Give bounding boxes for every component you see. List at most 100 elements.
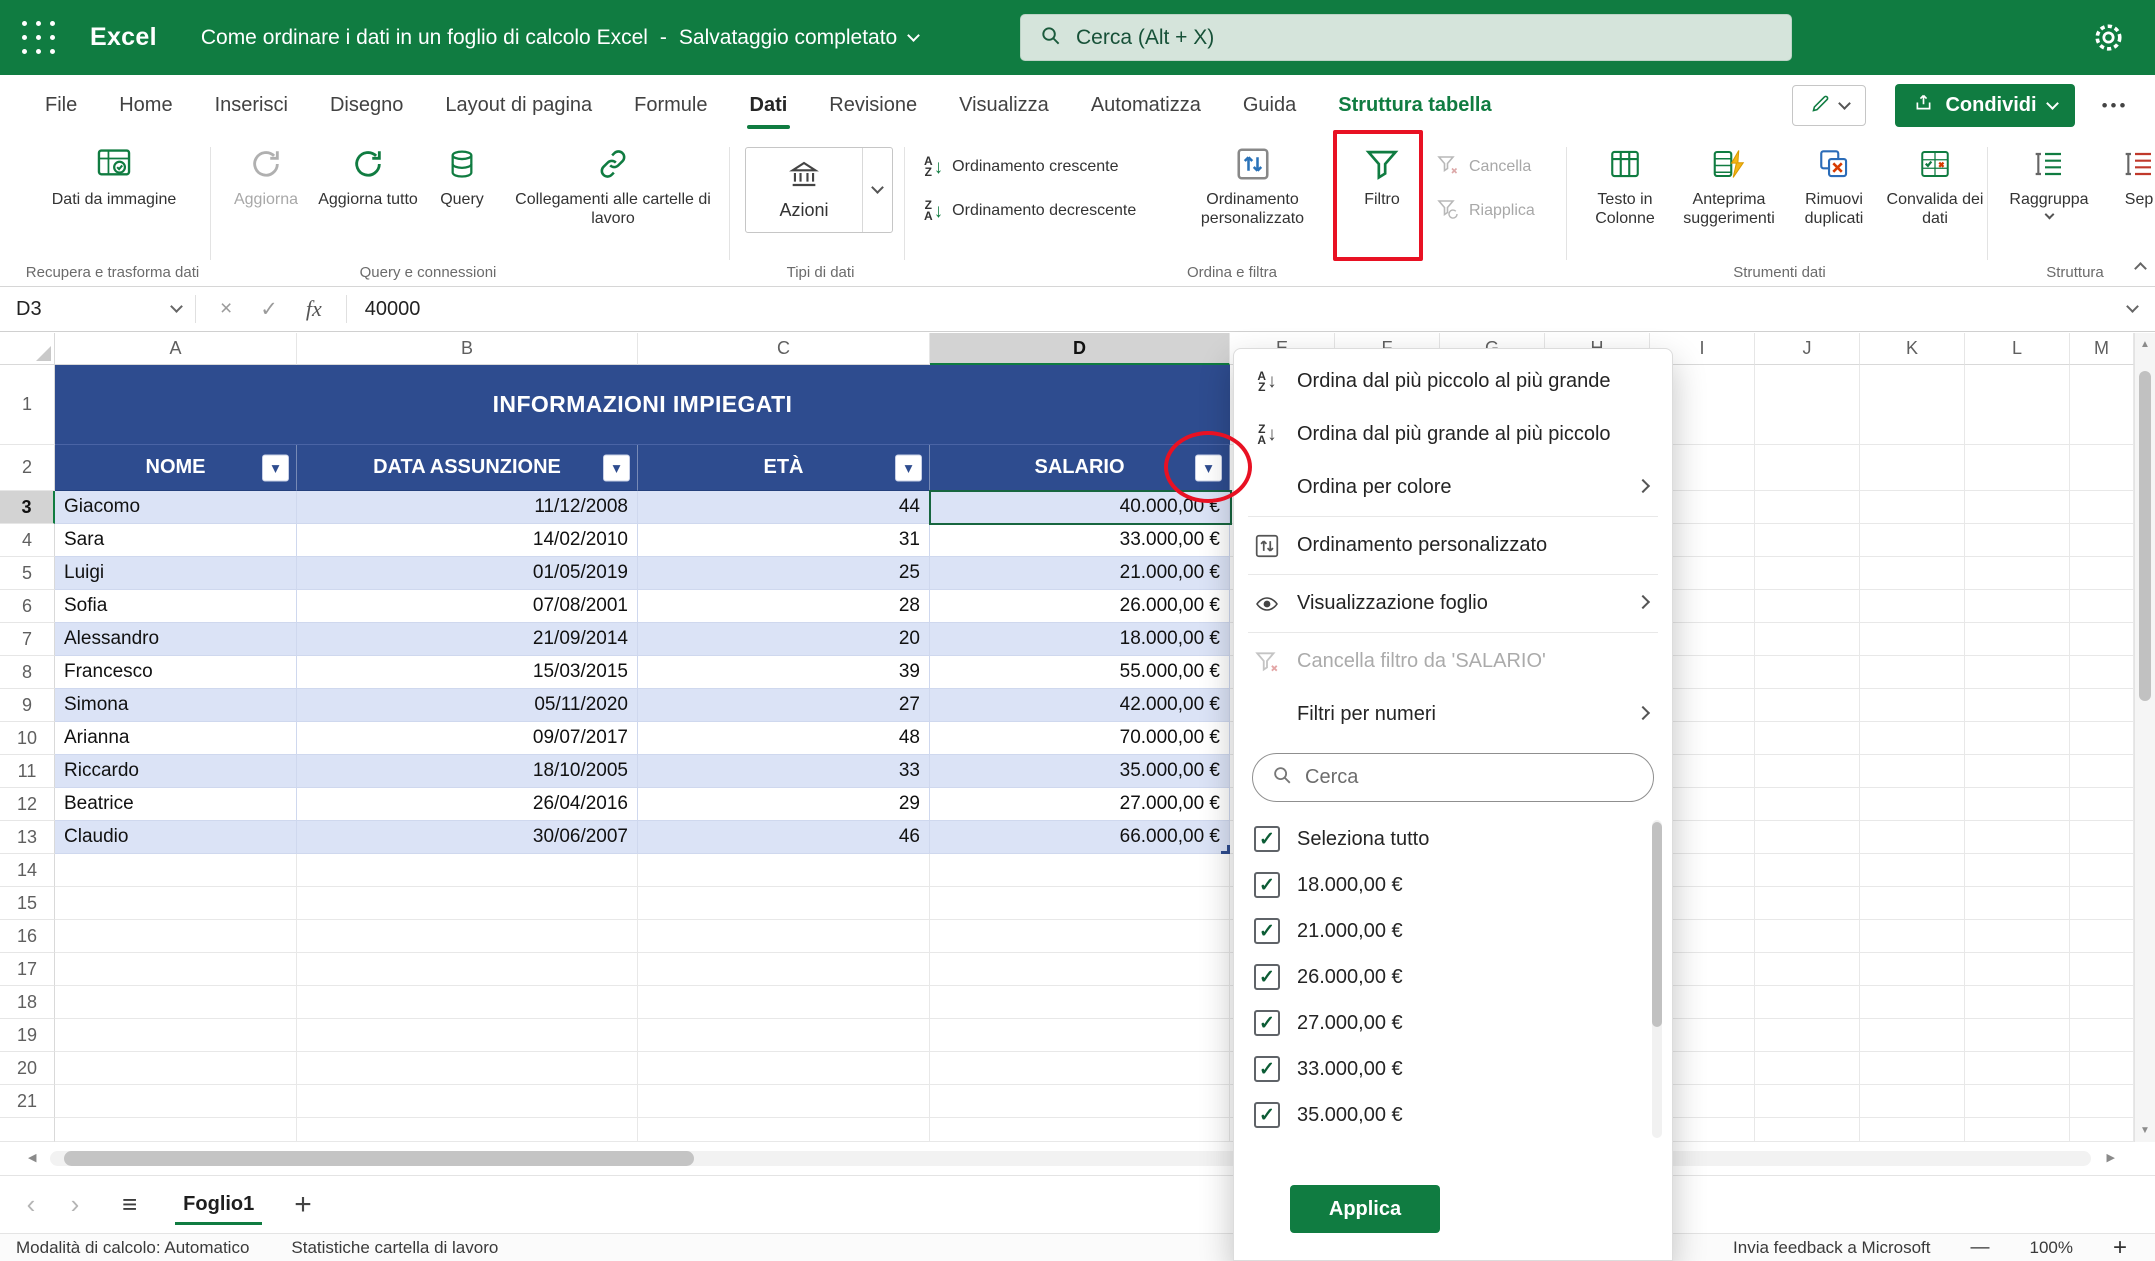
checkbox-checked-icon[interactable]: ✓	[1254, 918, 1280, 944]
cell-K[interactable]	[1860, 986, 1965, 1019]
zoom-in-button[interactable]: +	[2113, 1234, 2127, 1261]
menu-item-custom-sort[interactable]: Ordinamento personalizzato	[1234, 519, 1672, 572]
cell-C8[interactable]: 39	[638, 656, 930, 689]
cell-L[interactable]	[1965, 557, 2070, 590]
more-options-button[interactable]: •••	[2093, 91, 2137, 121]
cell-K[interactable]	[1860, 854, 1965, 887]
collapse-ribbon-icon[interactable]	[2134, 260, 2147, 278]
cell-L[interactable]	[1965, 491, 2070, 524]
column-header-B[interactable]: B	[297, 333, 638, 365]
cell-M[interactable]	[2070, 491, 2134, 524]
cell-C[interactable]	[638, 887, 930, 920]
testo-in-colonne-button[interactable]: Testo in Colonne	[1576, 143, 1674, 229]
cell-C10[interactable]: 48	[638, 722, 930, 755]
cell-A[interactable]	[55, 953, 297, 986]
cell-C13[interactable]: 46	[638, 821, 930, 854]
cell-K[interactable]	[1860, 1118, 1965, 1142]
cell-J[interactable]	[1755, 623, 1860, 656]
calc-mode-status[interactable]: Modalità di calcolo: Automatico	[16, 1238, 249, 1258]
row-header-11[interactable]: 11	[0, 755, 55, 788]
cell-J[interactable]	[1755, 788, 1860, 821]
cell-J[interactable]	[1755, 1085, 1860, 1118]
cell-B6[interactable]: 07/08/2001	[297, 590, 638, 623]
cell-A[interactable]	[55, 1052, 297, 1085]
cell-C[interactable]	[638, 1052, 930, 1085]
cell-B[interactable]	[297, 953, 638, 986]
cell-K[interactable]	[1860, 887, 1965, 920]
row-header-18[interactable]: 18	[0, 986, 55, 1019]
sheet-tab-foglio1[interactable]: Foglio1	[167, 1176, 270, 1233]
filter-value-item[interactable]: ✓ 18.000,00 €	[1234, 862, 1672, 908]
query-button[interactable]: Query	[426, 143, 498, 210]
editing-mode-button[interactable]	[1792, 85, 1866, 126]
cell-M[interactable]	[2070, 623, 2134, 656]
cell-L[interactable]	[1965, 623, 2070, 656]
cell-L[interactable]	[1965, 920, 2070, 953]
filtro-button[interactable]: Filtro	[1342, 143, 1422, 210]
table-resize-handle[interactable]	[1221, 845, 1230, 854]
dati-da-immagine-button[interactable]: Dati da immagine	[40, 143, 188, 210]
column-header-L[interactable]: L	[1965, 333, 2070, 365]
cell-A10[interactable]: Arianna	[55, 722, 297, 755]
cell-C[interactable]	[638, 854, 930, 887]
cell-M[interactable]	[2070, 590, 2134, 623]
cell-L[interactable]	[1965, 590, 2070, 623]
cancella-button[interactable]: Cancella	[1436, 149, 1531, 185]
cell-C[interactable]	[638, 1085, 930, 1118]
row-header-19[interactable]: 19	[0, 1019, 55, 1052]
cell-A7[interactable]: Alessandro	[55, 623, 297, 656]
cell-K[interactable]	[1860, 953, 1965, 986]
cell-D[interactable]	[930, 1019, 1230, 1052]
cell-J[interactable]	[1755, 1118, 1860, 1142]
cell-C12[interactable]: 29	[638, 788, 930, 821]
cell-M[interactable]	[2070, 557, 2134, 590]
cell-J[interactable]	[1755, 656, 1860, 689]
cell-J[interactable]	[1755, 887, 1860, 920]
cell-B5[interactable]: 01/05/2019	[297, 557, 638, 590]
convalida-dati-button[interactable]: Convalida dei dati	[1886, 143, 1984, 229]
cell-J[interactable]	[1755, 445, 1860, 491]
filter-value-item[interactable]: ✓ 26.000,00 €	[1234, 954, 1672, 1000]
cell-J[interactable]	[1755, 821, 1860, 854]
cell-K[interactable]	[1860, 755, 1965, 788]
filter-search-input[interactable]	[1305, 766, 1615, 789]
cell-B[interactable]	[297, 1052, 638, 1085]
next-sheet-icon[interactable]: ›	[62, 1189, 88, 1220]
cell-L[interactable]	[1965, 821, 2070, 854]
cell-B10[interactable]: 09/07/2017	[297, 722, 638, 755]
cell-C4[interactable]: 31	[638, 524, 930, 557]
cell-B9[interactable]: 05/11/2020	[297, 689, 638, 722]
cell-A5[interactable]: Luigi	[55, 557, 297, 590]
tab-revisione[interactable]: Revisione	[808, 75, 938, 135]
cell-L[interactable]	[1965, 722, 2070, 755]
cell-J[interactable]	[1755, 722, 1860, 755]
cell-D[interactable]	[930, 1052, 1230, 1085]
cell-B13[interactable]: 30/06/2007	[297, 821, 638, 854]
azioni-gallery-button[interactable]: Azioni	[745, 147, 893, 233]
menu-item-number-filters[interactable]: Filtri per numeri	[1234, 688, 1672, 741]
row-header-17[interactable]: 17	[0, 953, 55, 986]
zoom-out-button[interactable]: —	[1971, 1237, 1990, 1259]
filter-search-box[interactable]	[1252, 753, 1654, 802]
cell-M[interactable]	[2070, 1052, 2134, 1085]
cell-J[interactable]	[1755, 986, 1860, 1019]
cell-L[interactable]	[1965, 689, 2070, 722]
cell-L[interactable]	[1965, 1052, 2070, 1085]
share-button[interactable]: Condividi	[1895, 84, 2075, 127]
column-header-J[interactable]: J	[1755, 333, 1860, 365]
menu-item-sort-ascending[interactable]: A Z ↓ Ordina dal più piccolo al più grande	[1234, 355, 1672, 408]
cell-A12[interactable]: Beatrice	[55, 788, 297, 821]
cell-L[interactable]	[1965, 854, 2070, 887]
cell-L[interactable]	[1965, 656, 2070, 689]
cell-C9[interactable]: 27	[638, 689, 930, 722]
cell-D5[interactable]: 21.000,00 €	[930, 557, 1230, 590]
cell-L[interactable]	[1965, 887, 2070, 920]
cell-M[interactable]	[2070, 656, 2134, 689]
cell-K[interactable]	[1860, 445, 1965, 491]
checkbox-checked-icon[interactable]: ✓	[1254, 1056, 1280, 1082]
column-header-C[interactable]: C	[638, 333, 930, 365]
cell-D11[interactable]: 35.000,00 €	[930, 755, 1230, 788]
cell-L[interactable]	[1965, 1118, 2070, 1142]
cell-A[interactable]	[55, 1118, 297, 1142]
row-header-10[interactable]: 10	[0, 722, 55, 755]
